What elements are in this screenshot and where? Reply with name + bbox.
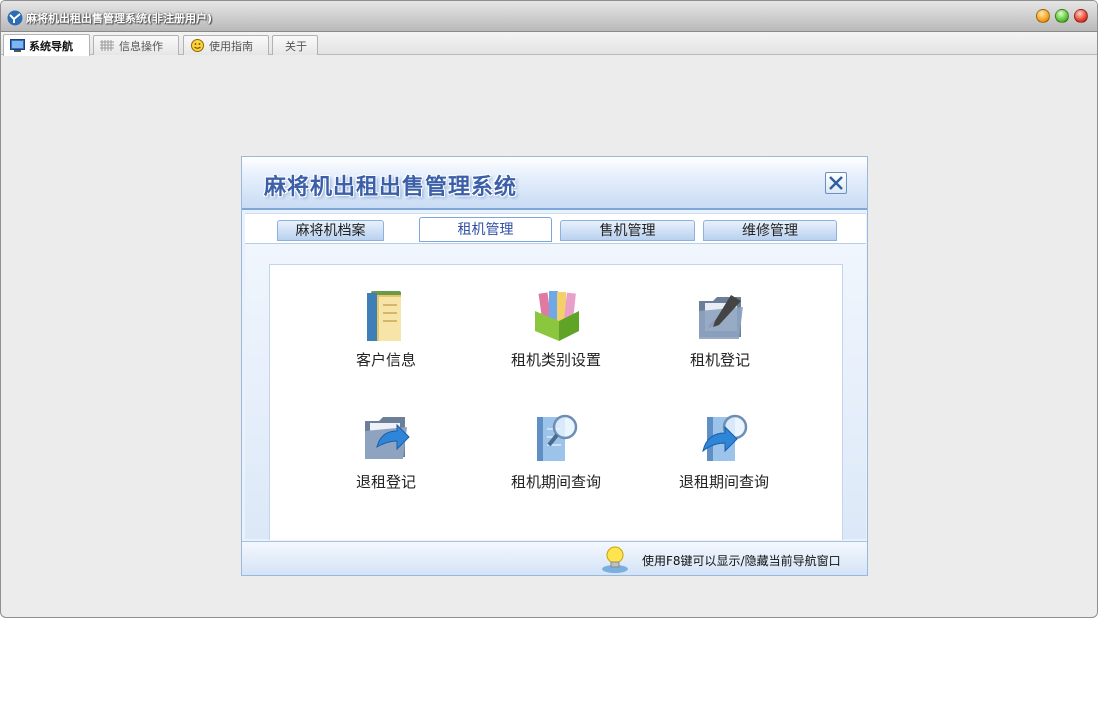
lightbulb-icon [602, 546, 628, 573]
func-return-period-query[interactable]: 退租期间查询 [644, 409, 804, 509]
app-window: 麻将机出租出售管理系统(非注册用户) 系统导航 信息操作 使用指南 关于 麻将机… [0, 0, 1098, 618]
func-label: 客户信息 [355, 351, 416, 369]
sub-tab-row: 麻将机档案 租机管理 售机管理 维修管理 [245, 213, 866, 243]
main-tab-strip: 系统导航 信息操作 使用指南 关于 [1, 32, 1097, 56]
func-rental-period-query[interactable]: 租机期间查询 [476, 409, 636, 509]
status-bar: 使用F8键可以显示/隐藏当前导航窗口 [242, 541, 867, 575]
function-area: 客户信息 租机类别设置 租机登记 退租登记 租机期间查询 退租期间查询 [269, 264, 843, 540]
func-rental-registration[interactable]: 租机登记 [640, 287, 800, 387]
search-return-icon [702, 414, 748, 461]
folder-documents-icon [367, 291, 401, 341]
close-window-button[interactable] [1074, 9, 1088, 23]
subtab-mahjong-archive[interactable]: 麻将机档案 [277, 220, 384, 241]
monitor-icon [10, 39, 25, 52]
folder-return-icon [365, 417, 410, 459]
panel-close-button[interactable] [825, 172, 847, 194]
minimize-button[interactable] [1036, 9, 1050, 23]
close-icon [829, 176, 843, 190]
panel-header: 麻将机出租出售管理系统 [242, 157, 867, 210]
grid-icon [100, 40, 114, 51]
func-rental-category-settings[interactable]: 租机类别设置 [476, 287, 636, 387]
func-label: 退租登记 [355, 473, 416, 491]
folder-pen-icon [699, 295, 743, 339]
tab-label: 使用指南 [209, 39, 253, 53]
tab-about[interactable]: 关于 [272, 35, 318, 55]
smiley-icon [191, 39, 204, 52]
status-hint-text: 使用F8键可以显示/隐藏当前导航窗口 [642, 554, 841, 568]
subtab-repair-management[interactable]: 维修管理 [703, 220, 837, 241]
subtab-rental-management[interactable]: 租机管理 [419, 217, 552, 242]
content-frame: 客户信息 租机类别设置 租机登记 退租登记 租机期间查询 退租期间查询 [245, 243, 866, 540]
subtab-label: 售机管理 [599, 223, 656, 239]
book-stack-icon [535, 291, 579, 341]
tab-label: 信息操作 [119, 39, 163, 53]
subtab-label: 租机管理 [457, 222, 514, 238]
search-documents-icon [537, 414, 578, 461]
subtab-sales-management[interactable]: 售机管理 [560, 220, 695, 241]
func-label: 租机期间查询 [510, 473, 601, 491]
tab-user-guide[interactable]: 使用指南 [183, 35, 269, 55]
subtab-label: 麻将机档案 [295, 223, 366, 239]
maximize-button[interactable] [1055, 9, 1069, 23]
func-label: 退租期间查询 [678, 473, 769, 491]
tab-label: 关于 [285, 39, 307, 53]
func-customer-info[interactable]: 客户信息 [306, 287, 466, 387]
app-logo-icon [7, 10, 23, 26]
subtab-label: 维修管理 [742, 223, 798, 239]
tab-label: 系统导航 [29, 39, 73, 53]
navigation-panel: 麻将机出租出售管理系统 麻将机档案 租机管理 售机管理 维修管理 客户信息 租机… [241, 156, 868, 576]
title-bar[interactable]: 麻将机出租出售管理系统(非注册用户) [1, 1, 1097, 32]
tab-system-navigation[interactable]: 系统导航 [3, 34, 90, 56]
func-label: 租机登记 [689, 351, 750, 369]
tab-info-operation[interactable]: 信息操作 [93, 35, 179, 55]
func-return-registration[interactable]: 退租登记 [306, 409, 466, 509]
panel-title: 麻将机出租出售管理系统 [264, 175, 518, 200]
window-title: 麻将机出租出售管理系统(非注册用户) [26, 12, 213, 25]
func-label: 租机类别设置 [510, 351, 601, 369]
